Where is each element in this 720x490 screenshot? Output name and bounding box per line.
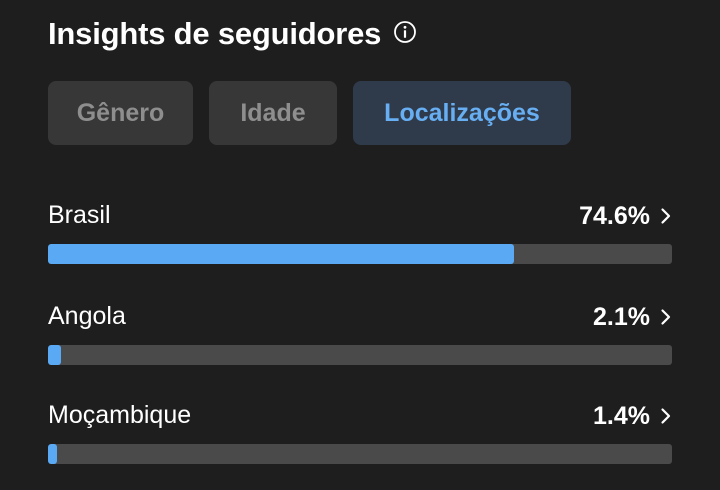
location-value-group: 74.6% xyxy=(579,201,672,231)
location-name: Brasil xyxy=(48,201,111,229)
location-percentage: 74.6% xyxy=(579,201,650,230)
location-bar-track xyxy=(48,444,672,464)
location-bar-track xyxy=(48,244,672,264)
info-icon[interactable] xyxy=(393,20,417,44)
location-name: Moçambique xyxy=(48,401,192,429)
tab-genero[interactable]: Gênero xyxy=(48,81,193,145)
tab-idade[interactable]: Idade xyxy=(209,81,337,145)
location-bar-fill xyxy=(48,244,514,264)
chevron-right-icon xyxy=(660,407,672,425)
location-bar-track xyxy=(48,345,672,365)
location-value-group: 2.1% xyxy=(593,302,672,332)
tab-bar: Gênero Idade Localizações xyxy=(48,81,571,145)
card-title: Insights de seguidores xyxy=(48,16,382,51)
card-header: Insights de seguidores xyxy=(48,12,417,56)
location-name: Angola xyxy=(48,302,126,330)
tab-localizacoes[interactable]: Localizações xyxy=(353,81,571,145)
location-bar-fill xyxy=(48,444,57,464)
follower-insights-card: Insights de seguidores Gênero Idade Loca… xyxy=(0,0,720,490)
location-bar-fill xyxy=(48,345,61,365)
location-value-group: 1.4% xyxy=(593,401,672,431)
location-percentage: 2.1% xyxy=(593,302,650,331)
location-percentage: 1.4% xyxy=(593,401,650,430)
chevron-right-icon xyxy=(660,207,672,225)
chevron-right-icon xyxy=(660,308,672,326)
